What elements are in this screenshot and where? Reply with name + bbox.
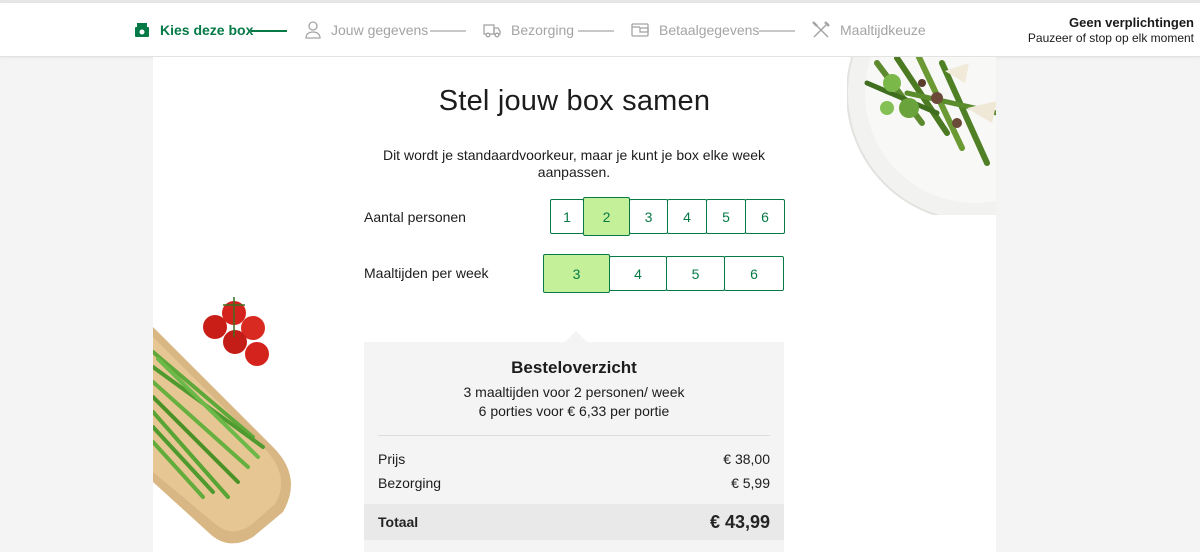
step-connector [578,30,614,32]
box-icon [135,23,149,37]
total-value: € 43,99 [709,512,770,532]
user-icon [305,21,321,39]
summary-pointer [565,331,587,342]
step-connector [251,30,287,32]
step-label: Kies deze box [160,22,254,38]
meals-option-4[interactable]: 4 [609,256,667,291]
persons-option-4[interactable]: 4 [667,199,707,234]
meals-option-5[interactable]: 5 [666,256,725,291]
step-kies-deze-box[interactable]: Kies deze box [134,3,253,57]
persons-option-6[interactable]: 6 [745,199,785,234]
progress-header: Kies deze box Jouw gegevens Bezorging Be… [0,3,1200,57]
meals-option-6[interactable]: 6 [724,256,784,291]
truck-icon [483,24,501,38]
summary-divider [378,435,770,436]
no-commitment-title: Geen verplichtingen [1069,15,1194,30]
meals-selector: 3 4 5 6 [543,254,784,293]
persons-option-1[interactable]: 1 [550,199,584,234]
persons-option-5[interactable]: 5 [706,199,746,234]
beans-board-image [153,297,291,544]
summary-portions-line: 6 porties voor € 6,33 per portie [478,403,670,419]
page-subtitle: Dit wordt je standaardvoorkeur, maar je … [382,147,766,180]
step-label: Maaltijdkeuze [840,22,926,38]
persons-label: Aantal personen [364,209,466,225]
order-summary: Besteloverzicht 3 maaltijden voor 2 pers… [364,342,784,552]
step-connector [430,30,466,32]
price-label: Prijs [378,451,406,467]
total-label: Totaal [378,514,419,530]
step-betaalgegevens[interactable]: Betaalgegevens [631,3,759,57]
persons-option-2[interactable]: 2 [583,197,630,236]
summary-meals-line: 3 maaltijden voor 2 personen/ week [463,384,685,400]
persons-selector: 1 2 3 4 5 6 [550,197,785,236]
persons-option-3[interactable]: 3 [629,199,668,234]
step-label: Bezorging [511,22,575,38]
delivery-value: € 5,99 [731,475,770,491]
step-label: Betaalgegevens [659,22,760,38]
salad-plate-image [847,57,996,215]
step-connector [759,30,795,32]
box-configurator-panel: Stel jouw box samen Dit wordt je standaa… [153,57,996,552]
price-row: Prijs € 38,00 [378,451,770,467]
cutlery-icon [812,21,830,38]
delivery-label: Bezorging [378,475,442,491]
step-maaltijdkeuze[interactable]: Maaltijdkeuze [812,3,926,57]
wallet-icon [631,23,649,37]
no-commitment-note: Geen verplichtingen Pauzeer of stop op e… [1028,15,1194,46]
price-value: € 38,00 [723,451,770,467]
meals-label: Maaltijden per week [364,265,489,281]
meals-option-3[interactable]: 3 [543,254,610,293]
page-title: Stel jouw box samen [438,85,711,117]
step-label: Jouw gegevens [331,22,429,38]
delivery-row: Bezorging € 5,99 [378,475,770,491]
step-jouw-gegevens[interactable]: Jouw gegevens [305,3,428,57]
summary-title: Besteloverzicht [511,358,637,377]
total-row: Totaal € 43,99 [364,504,784,540]
step-bezorging[interactable]: Bezorging [483,3,574,57]
no-commitment-subtitle: Pauzeer of stop op elk moment [1027,31,1194,45]
